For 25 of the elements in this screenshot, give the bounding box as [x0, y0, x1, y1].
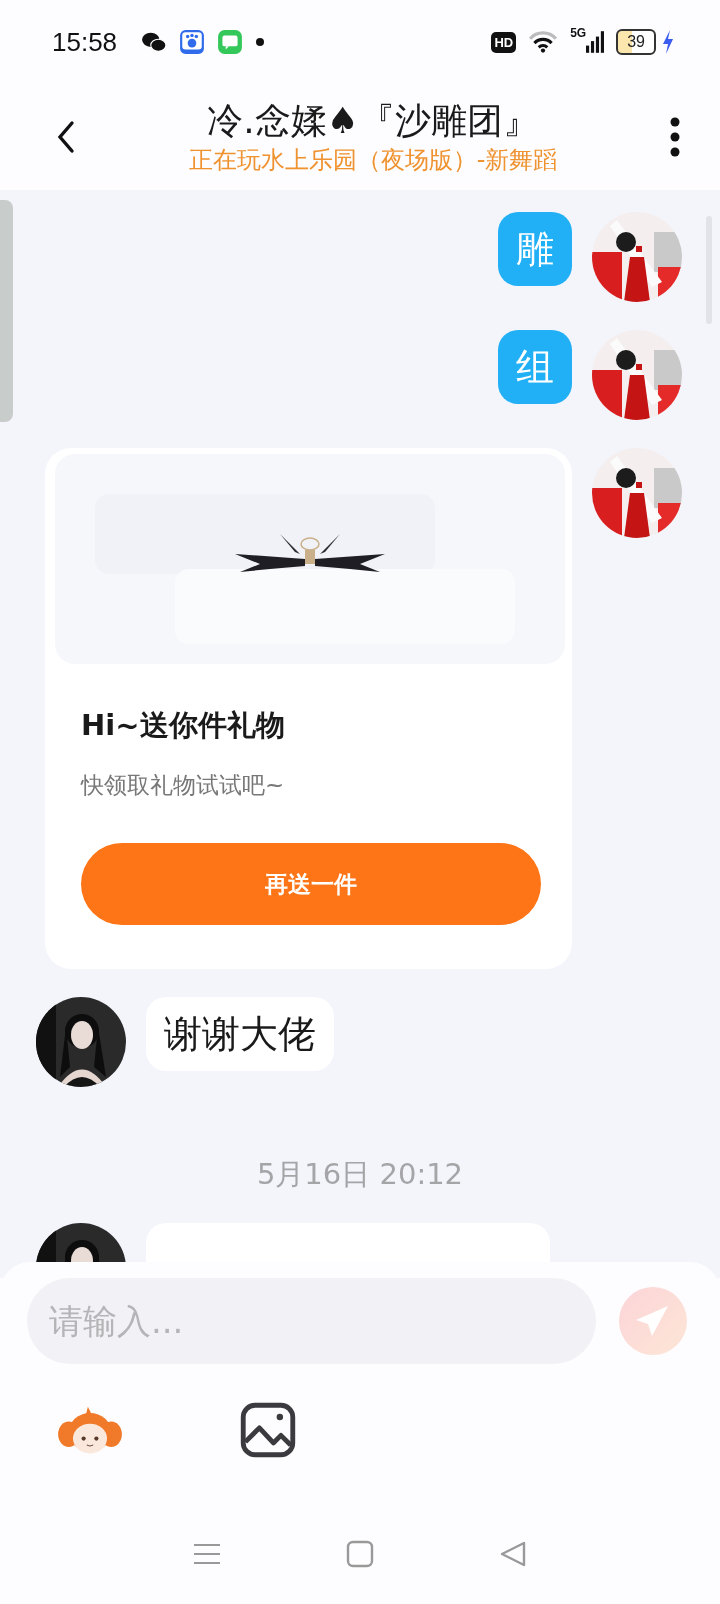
hd-badge: HD — [491, 31, 517, 53]
message-bubble: 雕 — [498, 212, 572, 286]
status-text: 正在玩水上乐园（夜场版）-新舞蹈 — [188, 145, 558, 176]
timestamp: 5月16日 20:12 — [255, 1156, 465, 1193]
battery-level: 39 — [616, 29, 656, 55]
edge-handle[interactable] — [0, 200, 13, 422]
chat-title: 冷.念媃♠『沙雕团』 — [207, 99, 539, 143]
message-input[interactable]: 请输入... — [27, 1278, 596, 1364]
wifi-icon — [528, 30, 559, 54]
send-again-button[interactable]: 再送一件 — [81, 843, 541, 925]
network-type: 5G — [570, 26, 587, 40]
message-bubble: 组 — [498, 330, 572, 404]
message-app-icon — [217, 29, 244, 55]
charging-icon — [662, 30, 674, 54]
home-icon[interactable] — [346, 1540, 374, 1568]
gift-title: Hi~送你件礼物 — [81, 707, 285, 744]
gift-subtitle: 快领取礼物试试吧~ — [81, 771, 285, 800]
paw-app-icon — [179, 29, 206, 55]
back-nav-icon[interactable] — [499, 1540, 528, 1568]
notification-dot-icon — [255, 37, 266, 47]
clock-time: 15:58 — [52, 26, 118, 58]
message-bubble: 谢谢大佬 — [146, 997, 334, 1071]
signal-icon — [586, 30, 605, 54]
more-icon[interactable] — [670, 117, 680, 157]
back-icon[interactable] — [56, 120, 76, 154]
